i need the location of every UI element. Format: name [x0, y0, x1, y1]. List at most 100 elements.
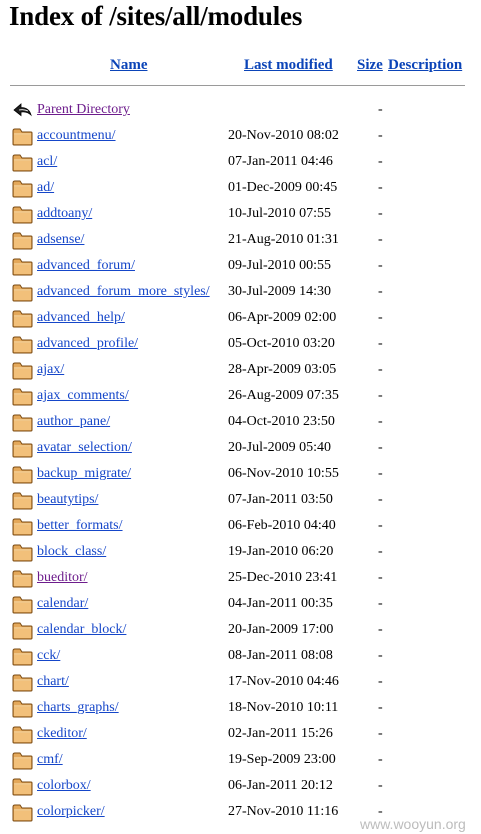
sort-by-description-link[interactable]: Description: [388, 57, 462, 73]
entry-link[interactable]: cck/: [37, 648, 60, 663]
entry-link[interactable]: better_formats/: [37, 518, 123, 533]
folder-icon[interactable]: [12, 361, 33, 380]
sort-by-size-link[interactable]: Size: [357, 57, 383, 73]
directory-row: ajax_comments/26-Aug-2009 07:35 -: [0, 384, 481, 410]
watermark: www.wooyun.org: [360, 816, 466, 832]
entry-name-cell: ajax_comments/: [37, 387, 129, 405]
folder-icon[interactable]: [12, 673, 33, 692]
entry-link[interactable]: ajax/: [37, 362, 64, 377]
entry-size: -: [378, 778, 383, 793]
entry-link[interactable]: advanced_forum/: [37, 258, 135, 273]
folder-icon[interactable]: [12, 387, 33, 406]
folder-icon[interactable]: [12, 439, 33, 458]
entry-link[interactable]: charts_graphs/: [37, 700, 119, 715]
entry-link[interactable]: backup_migrate/: [37, 466, 131, 481]
entry-name-cell: calendar_block/: [37, 621, 126, 639]
folder-icon[interactable]: [12, 569, 33, 588]
entry-name-cell: better_formats/: [37, 517, 123, 535]
entry-link[interactable]: cmf/: [37, 752, 63, 767]
folder-icon[interactable]: [12, 621, 33, 640]
entry-link[interactable]: colorpicker/: [37, 804, 105, 819]
column-header-last-modified[interactable]: Last modified: [244, 56, 333, 74]
folder-icon[interactable]: [12, 751, 33, 770]
entry-link[interactable]: advanced_help/: [37, 310, 125, 325]
folder-icon[interactable]: [12, 465, 33, 484]
entry-size: -: [378, 284, 383, 299]
folder-icon[interactable]: [12, 179, 33, 198]
entry-link[interactable]: advanced_profile/: [37, 336, 138, 351]
column-header-description[interactable]: Description: [388, 56, 462, 74]
entry-link[interactable]: ckeditor/: [37, 726, 87, 741]
entry-size: -: [378, 102, 383, 117]
directory-row: ckeditor/02-Jan-2011 15:26 -: [0, 722, 481, 748]
entry-link[interactable]: bueditor/: [37, 570, 88, 585]
entry-date: 20-Nov-2010 08:02: [228, 128, 339, 143]
folder-icon[interactable]: [12, 413, 33, 432]
directory-row: advanced_help/06-Apr-2009 02:00 -: [0, 306, 481, 332]
column-header-size[interactable]: Size: [357, 56, 383, 74]
entry-link[interactable]: ad/: [37, 180, 54, 195]
entry-name-cell: adsense/: [37, 231, 84, 249]
entry-size: -: [378, 726, 383, 741]
folder-icon[interactable]: [12, 803, 33, 822]
folder-icon[interactable]: [12, 725, 33, 744]
entry-date: 10-Jul-2010 07:55: [228, 206, 332, 221]
entry-name-cell: advanced_forum/: [37, 257, 135, 275]
entry-link[interactable]: beautytips/: [37, 492, 98, 507]
folder-icon[interactable]: [12, 777, 33, 796]
entry-date: 06-Jan-2011 20:12: [228, 778, 333, 793]
folder-icon[interactable]: [12, 595, 33, 614]
folder-icon[interactable]: [12, 647, 33, 666]
folder-icon[interactable]: [12, 231, 33, 250]
entry-link[interactable]: block_class/: [37, 544, 106, 559]
folder-icon[interactable]: [12, 335, 33, 354]
entry-name-cell: bueditor/: [37, 569, 88, 587]
entry-date: 20-Jul-2009 05:40: [228, 440, 332, 455]
entry-link[interactable]: author_pane/: [37, 414, 110, 429]
entry-link[interactable]: colorbox/: [37, 778, 91, 793]
entry-date: 08-Jan-2011 08:08: [228, 648, 333, 663]
folder-icon[interactable]: [12, 309, 33, 328]
column-header-name[interactable]: Name: [110, 56, 148, 74]
entry-link[interactable]: accountmenu/: [37, 128, 116, 143]
entry-name-cell: advanced_profile/: [37, 335, 138, 353]
entry-link[interactable]: avatar_selection/: [37, 440, 132, 455]
sort-by-name-link[interactable]: Name: [110, 57, 148, 73]
entry-link[interactable]: calendar/: [37, 596, 88, 611]
folder-icon[interactable]: [12, 543, 33, 562]
entry-name-cell: advanced_help/: [37, 309, 125, 327]
entry-size: -: [378, 206, 383, 221]
parent-directory-row: Parent Directory -: [0, 98, 481, 124]
entry-link[interactable]: advanced_forum_more_styles/: [37, 284, 210, 299]
entry-link[interactable]: chart/: [37, 674, 69, 689]
entry-size: -: [378, 752, 383, 767]
entry-link[interactable]: adsense/: [37, 232, 84, 247]
entry-link[interactable]: acl/: [37, 154, 57, 169]
folder-icon[interactable]: [12, 699, 33, 718]
sort-by-date-link[interactable]: Last modified: [244, 57, 333, 73]
entry-size: -: [378, 622, 383, 637]
entry-name-cell: charts_graphs/: [37, 699, 119, 717]
entry-date: 17-Nov-2010 04:46: [228, 674, 339, 689]
entry-date: 06-Apr-2009 02:00: [228, 310, 337, 325]
entry-date: 04-Jan-2011 00:35: [228, 596, 333, 611]
entry-size: -: [378, 258, 383, 273]
folder-icon[interactable]: [12, 153, 33, 172]
entry-size: -: [378, 544, 383, 559]
folder-icon[interactable]: [12, 517, 33, 536]
entry-name-cell: Parent Directory: [37, 101, 130, 119]
entry-link[interactable]: calendar_block/: [37, 622, 126, 637]
folder-icon[interactable]: [12, 205, 33, 224]
directory-row: adsense/21-Aug-2010 01:31 -: [0, 228, 481, 254]
entry-link[interactable]: ajax_comments/: [37, 388, 129, 403]
entry-name-cell: advanced_forum_more_styles/: [37, 283, 210, 301]
directory-row: calendar_block/20-Jan-2009 17:00 -: [0, 618, 481, 644]
folder-icon[interactable]: [12, 127, 33, 146]
entry-link[interactable]: addtoany/: [37, 206, 92, 221]
back-icon[interactable]: [12, 101, 33, 120]
folder-icon[interactable]: [12, 257, 33, 276]
folder-icon[interactable]: [12, 491, 33, 510]
directory-row: author_pane/04-Oct-2010 23:50 -: [0, 410, 481, 436]
parent-directory-link[interactable]: Parent Directory: [37, 102, 130, 117]
folder-icon[interactable]: [12, 283, 33, 302]
